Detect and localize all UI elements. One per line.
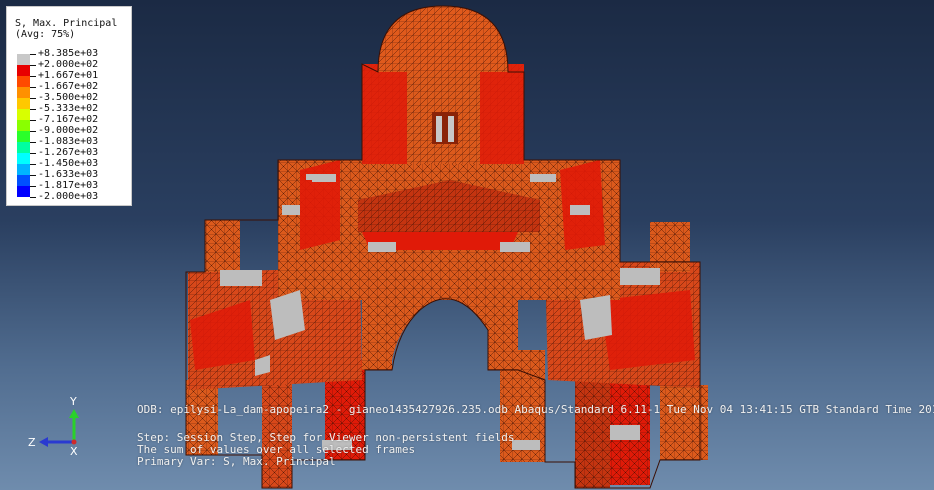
legend-value: -2.000e+03 bbox=[38, 191, 99, 202]
legend-value: +1.667e+01 bbox=[38, 70, 99, 81]
legend-value: -1.817e+03 bbox=[38, 180, 99, 191]
legend-swatch bbox=[17, 109, 30, 120]
legend-swatch bbox=[17, 76, 30, 87]
legend-tick bbox=[30, 87, 36, 88]
x-axis-dot bbox=[71, 439, 77, 445]
legend-tick bbox=[30, 120, 36, 121]
legend-swatch bbox=[17, 131, 30, 142]
legend-swatch bbox=[17, 142, 30, 153]
legend-value: -1.633e+03 bbox=[38, 169, 99, 180]
legend-tick bbox=[30, 142, 36, 143]
legend-swatch bbox=[17, 120, 30, 131]
legend-tick bbox=[30, 109, 36, 110]
legend-tick bbox=[30, 131, 36, 132]
triad-label-y: Y bbox=[70, 395, 77, 408]
legend-swatch bbox=[17, 153, 30, 164]
y-axis-arrowhead bbox=[69, 409, 79, 418]
legend-value: -5.333e+02 bbox=[38, 103, 99, 114]
contour-legend[interactable]: S, Max. Principal (Avg: 75%) +8.385e+03 +… bbox=[6, 6, 132, 206]
legend-tick bbox=[30, 76, 36, 77]
triad-label-z: Z bbox=[28, 436, 36, 449]
triad-axes bbox=[39, 409, 79, 447]
dome-drum bbox=[362, 64, 524, 164]
odb-info-line: ODB: epilysi-La_dam-apopeira2 - gianeo14… bbox=[137, 403, 934, 416]
legend-subtitle: (Avg: 75%) bbox=[15, 29, 76, 40]
legend-tick bbox=[30, 197, 36, 198]
front-facade bbox=[362, 232, 518, 370]
view-triad[interactable]: Y Z X bbox=[22, 392, 92, 462]
legend-swatch bbox=[17, 87, 30, 98]
z-axis-arrowhead bbox=[39, 437, 48, 447]
legend-swatch bbox=[17, 186, 30, 197]
legend-value: +2.000e+02 bbox=[38, 59, 99, 70]
legend-value: +8.385e+03 bbox=[38, 48, 99, 59]
legend-value: -7.167e+02 bbox=[38, 114, 99, 125]
legend-color-bar bbox=[17, 54, 30, 197]
legend-value: -3.500e+02 bbox=[38, 92, 99, 103]
legend-tick bbox=[30, 164, 36, 165]
legend-tick bbox=[30, 98, 36, 99]
legend-value: -1.083e+03 bbox=[38, 136, 99, 147]
legend-tick bbox=[30, 175, 36, 176]
legend-value: -9.000e+02 bbox=[38, 125, 99, 136]
legend-swatch bbox=[17, 54, 30, 65]
legend-swatch bbox=[17, 98, 30, 109]
legend-swatch bbox=[17, 164, 30, 175]
legend-tick bbox=[30, 54, 36, 55]
legend-swatch bbox=[17, 175, 30, 186]
triad-label-x: X bbox=[70, 445, 78, 458]
dome bbox=[378, 6, 508, 72]
legend-tick bbox=[30, 153, 36, 154]
legend-value: -1.450e+03 bbox=[38, 158, 99, 169]
legend-value: -1.667e+02 bbox=[38, 81, 99, 92]
legend-tick bbox=[30, 65, 36, 66]
legend-value: -1.267e+03 bbox=[38, 147, 99, 158]
legend-swatch bbox=[17, 65, 30, 76]
legend-tick bbox=[30, 186, 36, 187]
model-viewport[interactable] bbox=[0, 0, 934, 490]
legend-title: S, Max. Principal bbox=[15, 18, 118, 29]
primary-var-line: Primary Var: S, Max. Principal bbox=[137, 455, 336, 468]
